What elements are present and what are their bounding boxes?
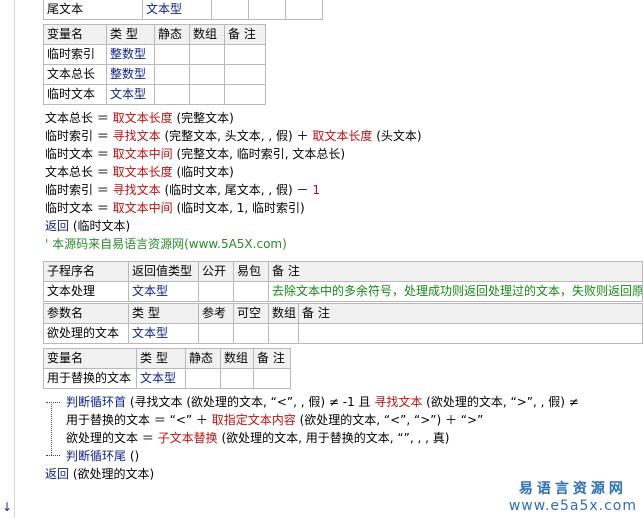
col-param-name: 参数名 bbox=[43, 303, 129, 324]
col-var-name: 变量名 bbox=[43, 348, 137, 369]
col-var-name: 变量名 bbox=[43, 24, 107, 45]
col-array: 数组 bbox=[220, 348, 254, 369]
code-line[interactable]: 欲处理的文本 ＝ 子文本替换 (欲处理的文本, 用于替换的文本, “”, , ,… bbox=[66, 429, 449, 447]
subroutine-table: 子程序名 返回值类型 公开 易包 备 注 文本处理 文本型 去除文本中的多余符号… bbox=[43, 261, 643, 302]
code-line[interactable]: 临时文本 ＝ 取文本中间 (临时文本, 1, 临时索引) bbox=[45, 199, 305, 217]
var-type-cell[interactable]: 文本型 bbox=[136, 368, 186, 389]
sub-name-cell[interactable]: 文本处理 bbox=[43, 281, 129, 302]
col-reference: 参考 bbox=[198, 303, 234, 324]
code-line[interactable]: 临时索引 ＝ 寻找文本 (临时文本, 尾文本, , 假) － 1 bbox=[45, 181, 320, 199]
watermark-cn: 易语言资源网 bbox=[518, 481, 627, 497]
down-arrow-icon[interactable]: ↓ bbox=[2, 499, 12, 515]
loop-end-tick bbox=[46, 455, 60, 456]
code-line[interactable]: 用于替换的文本 ＝ “<” ＋ 取指定文本内容 (欲处理的文本, “<”, “>… bbox=[66, 411, 483, 429]
col-type: 类 型 bbox=[128, 303, 199, 324]
comment-line[interactable]: ' 本源码来自易语言资源网(www.5A5X.com) bbox=[45, 235, 287, 253]
col-note: 备 注 bbox=[268, 261, 643, 282]
code-line[interactable]: 文本总长 ＝ 取文本长度 (临时文本) bbox=[45, 163, 234, 181]
sub-return-type-cell[interactable]: 文本型 bbox=[128, 281, 199, 302]
col-note: 备 注 bbox=[298, 303, 643, 324]
top-row-table: 尾文本 文本型 bbox=[43, 0, 323, 20]
code-line[interactable]: 临时索引 ＝ 寻找文本 (完整文本, 头文本, , 假) ＋ 取文本长度 (头文… bbox=[45, 127, 422, 145]
col-static: 静态 bbox=[185, 348, 221, 369]
var-name-cell[interactable]: 用于替换的文本 bbox=[43, 368, 137, 389]
var-name-cell[interactable]: 临时索引 bbox=[43, 44, 107, 65]
var-type-cell[interactable]: 整数型 bbox=[106, 44, 155, 65]
col-package: 易包 bbox=[233, 261, 269, 282]
code-line[interactable]: 文本总长 ＝ 取文本长度 (完整文本) bbox=[45, 109, 234, 127]
col-nullable: 可空 bbox=[233, 303, 269, 324]
col-return-type: 返回值类型 bbox=[128, 261, 199, 282]
loop-start-line[interactable]: 判断循环首 (寻找文本 (欲处理的文本, “<”, , 假) ≠ -1 且 寻找… bbox=[66, 393, 579, 411]
sub-note-cell[interactable]: 去除文本中的多余符号，处理成功则返回处理过的文本，失败则返回原 bbox=[268, 281, 643, 302]
watermark-logo: 易语言资源网 www.e5a5x.com bbox=[509, 478, 637, 514]
col-note: 备 注 bbox=[253, 348, 291, 369]
param-name-cell[interactable]: 欲处理的文本 bbox=[43, 323, 129, 344]
var-type-cell[interactable]: 文本型 bbox=[106, 84, 155, 105]
loop-start-arrow-icon bbox=[46, 402, 60, 403]
local-vars-table-1: 变量名 类 型 静态 数组 备 注 临时索引 整数型 文本总长 整数型 临时文本… bbox=[43, 24, 266, 105]
return-line[interactable]: 返回 (欲处理的文本) bbox=[45, 465, 154, 483]
col-static: 静态 bbox=[154, 24, 190, 45]
local-vars-table-2: 变量名 类 型 静态 数组 备 注 用于替换的文本 文本型 bbox=[43, 348, 291, 389]
params-table: 参数名 类 型 参考 可空 数组 备 注 欲处理的文本 文本型 bbox=[43, 303, 643, 344]
var-type-cell[interactable]: 整数型 bbox=[106, 64, 155, 85]
col-public: 公开 bbox=[198, 261, 234, 282]
var-name-cell[interactable]: 临时文本 bbox=[43, 84, 107, 105]
col-sub-name: 子程序名 bbox=[43, 261, 129, 282]
col-type: 类 型 bbox=[106, 24, 155, 45]
loop-end-line[interactable]: 判断循环尾 () bbox=[66, 447, 139, 465]
col-note: 备 注 bbox=[224, 24, 266, 45]
code-line[interactable]: 临时文本 ＝ 取文本中间 (完整文本, 临时索引, 文本总长) bbox=[45, 145, 345, 163]
watermark-en: www.e5a5x.com bbox=[508, 498, 637, 514]
top-row-type[interactable]: 文本型 bbox=[142, 0, 212, 20]
top-row-label[interactable]: 尾文本 bbox=[43, 0, 143, 20]
col-type: 类 型 bbox=[136, 348, 186, 369]
var-name-cell[interactable]: 文本总长 bbox=[43, 64, 107, 85]
return-line[interactable]: 返回 (临时文本) bbox=[45, 217, 130, 235]
col-array: 数组 bbox=[189, 24, 225, 45]
loop-guide-line bbox=[51, 402, 52, 455]
col-array: 数组 bbox=[268, 303, 299, 324]
left-gutter: ↓ bbox=[0, 0, 15, 518]
param-type-cell[interactable]: 文本型 bbox=[128, 323, 199, 344]
